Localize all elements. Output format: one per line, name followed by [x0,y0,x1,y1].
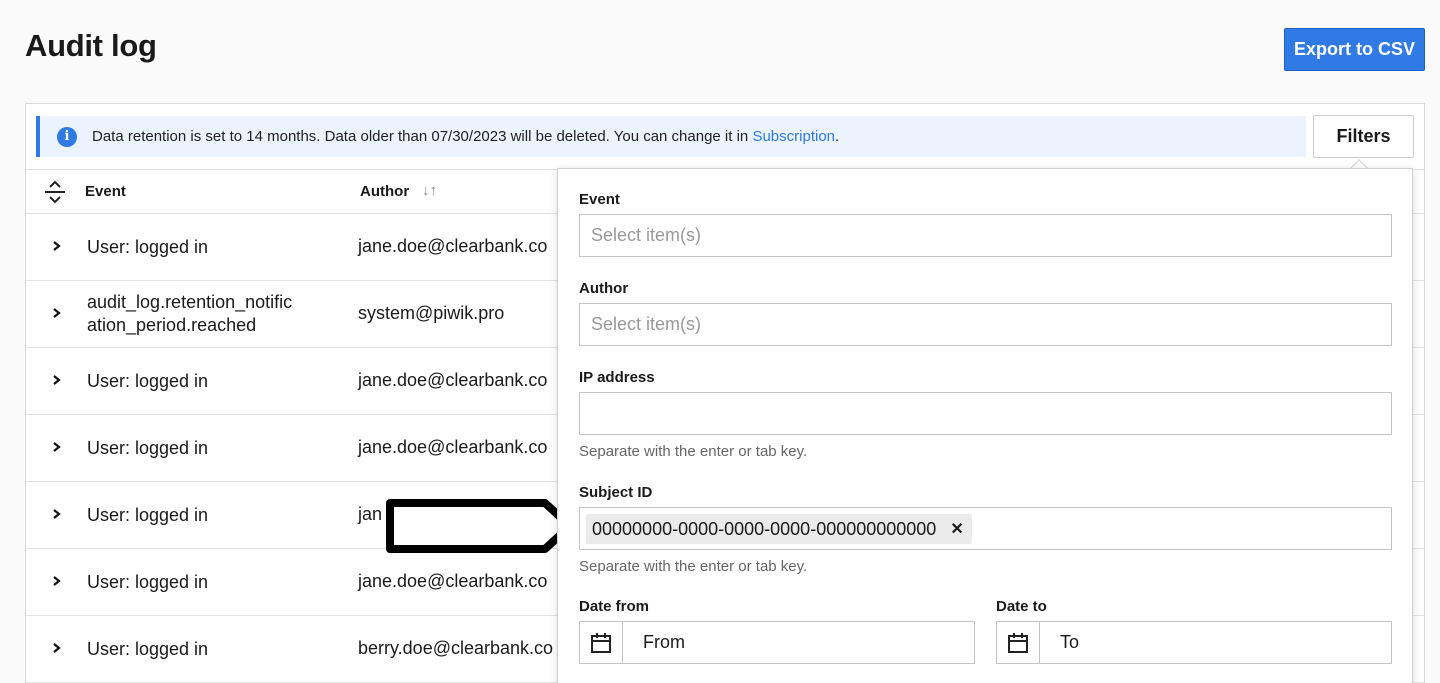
date-to-input[interactable]: To [996,621,1392,664]
event-filter-label: Event [579,191,620,208]
row-event: User: logged in [87,639,209,659]
chevron-right-icon[interactable] [50,571,64,591]
row-event: User: logged in [87,438,209,458]
subscription-link[interactable]: Subscription [752,128,835,145]
ip-filter-label: IP address [579,369,655,386]
calendar-icon[interactable] [580,622,623,663]
sort-icon[interactable]: ↓↑ [422,182,437,199]
info-icon: i [57,126,77,147]
row-event: User: logged in [87,237,209,257]
filters-panel: Event Select item(s) Author Select item(… [557,168,1413,683]
row-author: jane.doe@clearbank.co [358,437,548,457]
row-event: audit_log.retention_notific ation_period.… [87,292,293,335]
author-filter-select[interactable]: Select item(s) [579,303,1392,346]
row-event: User: logged in [87,572,209,592]
chevron-right-icon[interactable] [50,236,64,256]
row-event: User: logged in [87,371,209,391]
remove-chip-icon[interactable]: ✕ [950,519,963,539]
redaction-arrow-shape [386,499,574,553]
row-author: berry.doe@clearbank.co [358,638,554,658]
row-author: system@piwik.pro [358,303,505,323]
row-author: jane.doe@clearbank.co [358,236,548,256]
date-to-text: To [1060,632,1080,652]
column-header-author[interactable]: Author [360,183,409,200]
row-event: User: logged in [87,505,209,525]
subject-id-chip: 00000000-0000-0000-0000-000000000000 ✕ [586,514,972,544]
chevron-right-icon[interactable] [50,370,64,390]
ip-hint: Separate with the enter or tab key. [579,443,808,460]
date-to-label: Date to [996,598,1047,615]
subject-id-input[interactable]: 00000000-0000-0000-0000-000000000000 ✕ [579,507,1392,550]
chevron-right-icon[interactable] [50,303,64,323]
row-author: jane.doe@clearbank.co [358,370,548,390]
export-csv-button[interactable]: Export to CSV [1284,28,1425,71]
expand-collapse-all-icon[interactable] [44,180,66,204]
row-author: jane.doe@clearbank.co [358,571,548,591]
chevron-right-icon[interactable] [50,504,64,524]
filters-button[interactable]: Filters [1313,115,1414,158]
date-from-label: Date from [579,598,650,615]
column-header-event[interactable]: Event [85,183,126,200]
ip-address-input[interactable] [579,392,1392,435]
page-title: Audit log [25,28,157,63]
chip-text: 00000000-0000-0000-0000-000000000000 [592,518,937,539]
chevron-right-icon[interactable] [50,638,64,658]
subject-hint: Separate with the enter or tab key. [579,558,808,575]
row-author: jan [358,504,383,524]
banner-text: Data retention is set to 14 months. Data… [92,128,840,145]
calendar-icon[interactable] [997,622,1040,663]
subject-filter-label: Subject ID [579,484,653,501]
retention-banner: i Data retention is set to 14 months. Da… [36,116,1306,157]
date-from-text: From [643,632,685,652]
author-filter-label: Author [579,280,629,297]
chevron-right-icon[interactable] [50,437,64,457]
event-filter-select[interactable]: Select item(s) [579,214,1392,257]
date-from-input[interactable]: From [579,621,975,664]
